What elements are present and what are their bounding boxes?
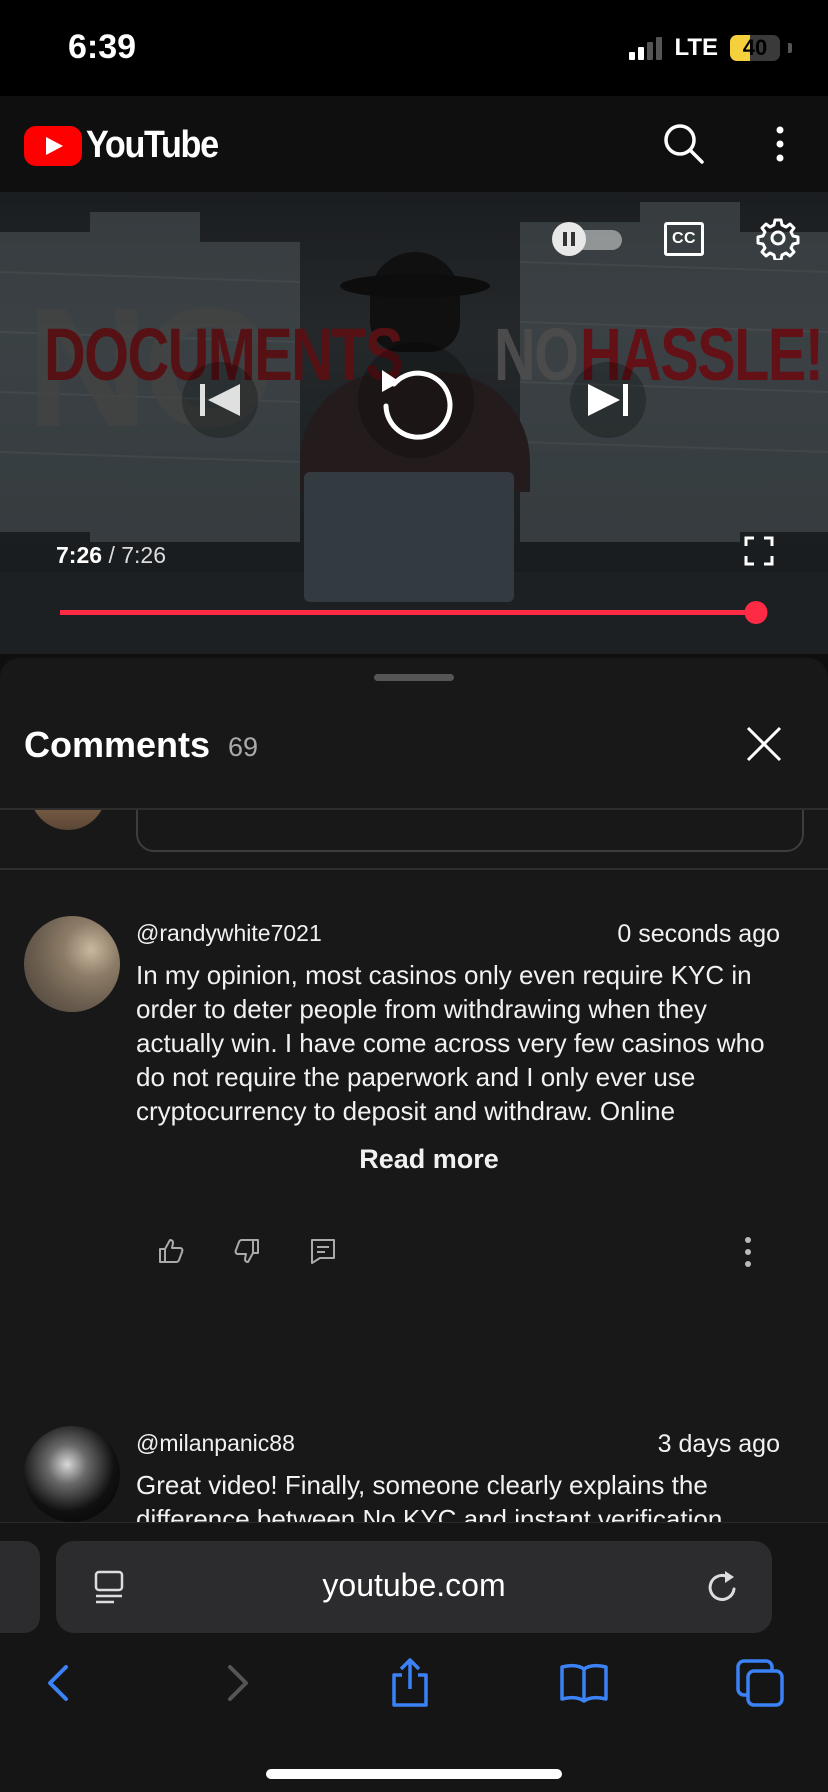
comment-author[interactable]: @milanpanic88: [136, 1430, 295, 1457]
thumbs-up-icon[interactable]: [156, 1236, 186, 1266]
comments-count: 69: [228, 732, 259, 762]
avatar[interactable]: [24, 916, 120, 1012]
back-icon[interactable]: [34, 1657, 86, 1709]
comment-text: In my opinion, most casinos only even re…: [136, 960, 765, 1126]
tabs-icon[interactable]: [734, 1657, 786, 1709]
progress-fill: [60, 610, 756, 615]
youtube-logo[interactable]: YouTube: [24, 124, 232, 167]
bookmarks-icon[interactable]: [558, 1657, 610, 1709]
battery-percent: 40: [742, 35, 768, 60]
time-current: 7:26: [56, 542, 103, 568]
youtube-play-logo-icon: [24, 125, 82, 166]
youtube-header: YouTube: [0, 96, 828, 192]
thumbs-down-icon[interactable]: [232, 1236, 262, 1266]
read-more-button[interactable]: Read more: [0, 1144, 828, 1175]
status-time: 6:39: [68, 28, 137, 66]
skip-previous-icon[interactable]: [180, 360, 260, 440]
comment-timestamp: 0 seconds ago: [617, 920, 780, 948]
autoplay-pause-icon: [552, 222, 586, 256]
avatar: [30, 810, 106, 830]
comment-author[interactable]: @randywhite7021: [136, 920, 322, 947]
more-vert-icon[interactable]: [756, 120, 804, 168]
skip-next-icon[interactable]: [568, 360, 648, 440]
video-player[interactable]: NO DOCUMENTS NO HASSLE! CC 7:26 / 7:26: [0, 192, 828, 654]
search-icon[interactable]: [660, 120, 708, 168]
avatar[interactable]: [24, 1426, 120, 1522]
autoplay-toggle[interactable]: [552, 222, 624, 256]
previous-tab-peek[interactable]: [0, 1541, 40, 1633]
comment-actions: [156, 1236, 338, 1266]
status-indicators: LTE 40: [629, 34, 792, 62]
network-label: LTE: [674, 34, 718, 61]
captions-button[interactable]: CC: [664, 222, 704, 256]
status-bar: 6:39 LTE 40: [0, 0, 828, 96]
close-icon[interactable]: [740, 720, 788, 768]
progress-bar[interactable]: [60, 601, 768, 624]
fullscreen-icon[interactable]: [744, 536, 774, 566]
comments-title: Comments: [24, 724, 211, 765]
browser-toolbar: youtube.com: [0, 1522, 828, 1792]
composer-divider: [0, 868, 828, 870]
more-vert-icon[interactable]: [734, 1234, 762, 1270]
share-icon[interactable]: [384, 1657, 436, 1709]
comment-timestamp: 3 days ago: [657, 1430, 780, 1458]
progress-scrubber[interactable]: [744, 601, 768, 624]
sheet-drag-handle[interactable]: [374, 674, 454, 681]
signal-icon: [629, 36, 663, 60]
time-duration: 7:26: [121, 542, 166, 568]
battery-icon: 40: [730, 35, 780, 61]
time-separator: /: [108, 542, 115, 568]
comments-panel: Comments 69 @randywhite7021 0 seconds ag…: [0, 658, 828, 1522]
screen: 6:39 LTE 40 YouTube NO DOCUMENTS NO HASS…: [0, 0, 828, 1792]
comment-composer: [0, 810, 828, 868]
forward-icon[interactable]: [210, 1657, 262, 1709]
url-text: youtube.com: [322, 1567, 506, 1603]
home-indicator[interactable]: [266, 1769, 562, 1779]
time-display: 7:26 / 7:26: [56, 542, 166, 569]
comment-text: Great video! Finally, someone clearly ex…: [136, 1470, 723, 1522]
reply-icon[interactable]: [308, 1236, 338, 1266]
reload-icon[interactable]: [704, 1567, 742, 1607]
gear-icon[interactable]: [756, 216, 800, 260]
address-bar[interactable]: youtube.com: [56, 1541, 772, 1633]
add-comment-input[interactable]: [136, 810, 804, 852]
youtube-logo-text: YouTube: [86, 124, 219, 166]
replay-icon[interactable]: [356, 340, 476, 460]
